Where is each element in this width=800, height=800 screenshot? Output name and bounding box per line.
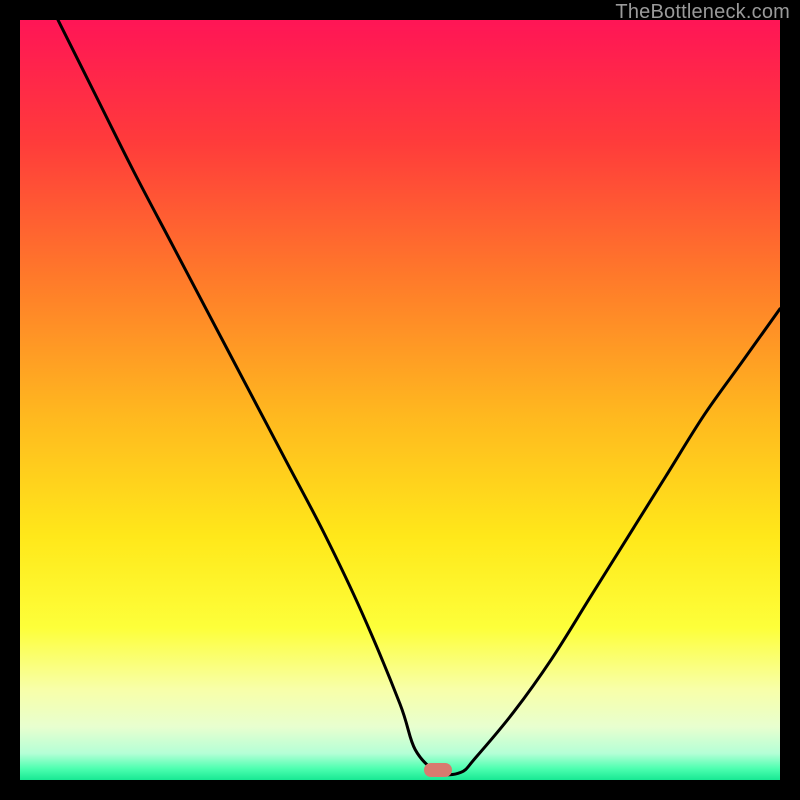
- plot-area: [20, 20, 780, 780]
- optimal-point-marker: [424, 763, 452, 777]
- chart-frame: TheBottleneck.com: [0, 0, 800, 800]
- bottleneck-curve: [58, 20, 780, 775]
- curve-layer: [20, 20, 780, 780]
